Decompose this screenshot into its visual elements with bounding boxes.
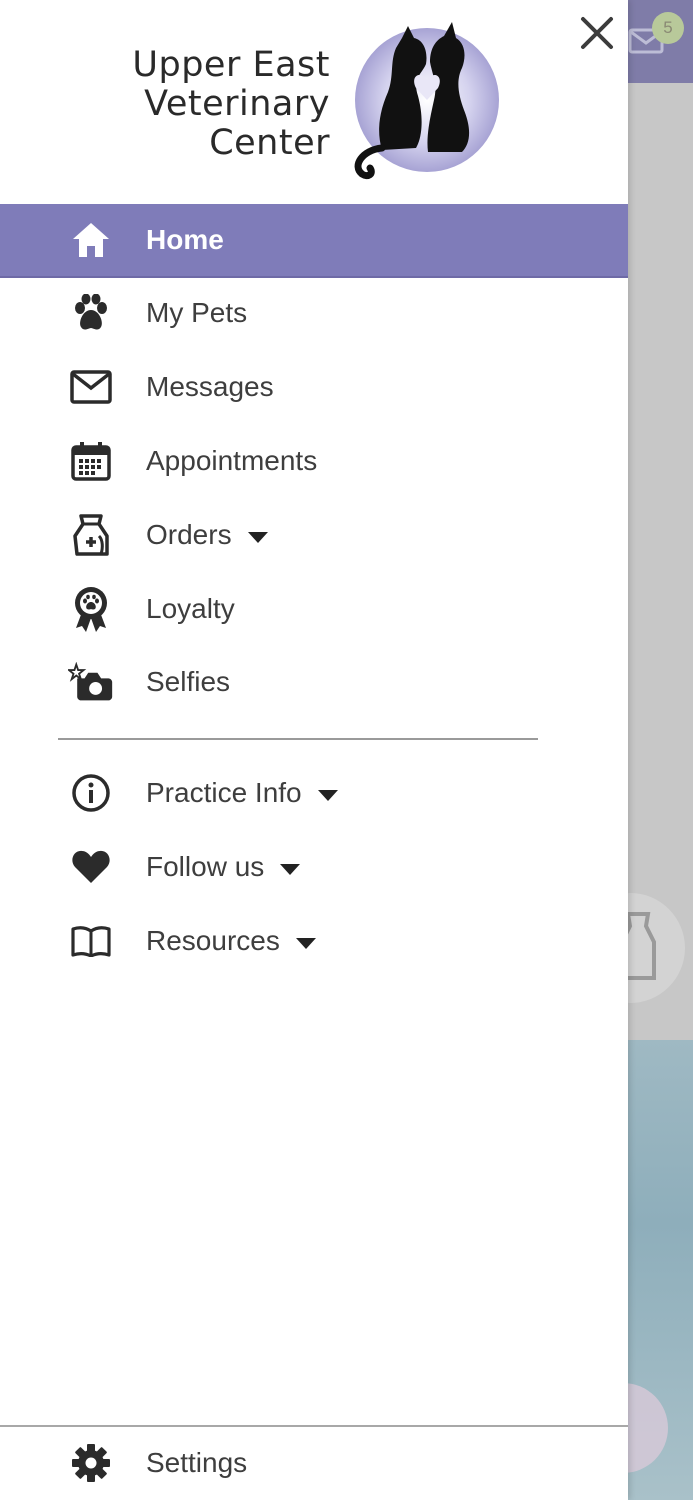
menu-item-orders[interactable]: Orders: [0, 499, 628, 571]
logo-line-2: Veterinary: [144, 84, 330, 124]
award-ribbon-icon: [68, 586, 114, 632]
menu-item-selfies[interactable]: Selfies: [0, 646, 628, 718]
menu-label-orders: Orders: [146, 519, 268, 551]
camera-star-icon: [68, 659, 114, 705]
menu-item-loyalty[interactable]: Loyalty: [0, 573, 628, 645]
caret-down-icon: [295, 937, 316, 949]
menu-label-messages: Messages: [146, 371, 274, 402]
menu-label-appointments: Appointments: [146, 445, 318, 476]
menu-label-my-pets: My Pets: [146, 297, 248, 328]
menu-label-home: Home: [146, 224, 224, 255]
orders-text: Orders: [146, 519, 232, 550]
logo-text: Upper East Veterinary Center: [132, 46, 330, 163]
home-icon: [68, 217, 114, 263]
menu-label-loyalty: Loyalty: [146, 593, 235, 624]
menu-label-settings: Settings: [146, 1447, 248, 1478]
calendar-icon: [68, 438, 114, 484]
menu-label-practice-info: Practice Info: [146, 777, 338, 809]
mail-badge: 5: [652, 12, 684, 44]
follow-us-text: Follow us: [146, 851, 265, 882]
logo-line-3: Center: [209, 123, 330, 163]
menu-item-home[interactable]: Home: [0, 204, 628, 278]
practice-logo: Upper East Veterinary Center: [130, 18, 510, 188]
menu-item-settings[interactable]: Settings: [0, 1427, 628, 1499]
cats-heart-logo-icon: [342, 18, 512, 183]
caret-down-icon: [280, 863, 301, 875]
menu-item-resources[interactable]: Resources: [0, 905, 628, 977]
menu-item-messages[interactable]: Messages: [0, 351, 628, 423]
menu-item-appointments[interactable]: Appointments: [0, 425, 628, 497]
resources-text: Resources: [146, 925, 280, 956]
menu-label-follow-us: Follow us: [146, 851, 301, 883]
menu-divider: [58, 738, 538, 740]
menu-label-selfies: Selfies: [146, 666, 231, 697]
heart-icon: [68, 844, 114, 890]
logo-line-1: Upper East: [132, 45, 330, 85]
envelope-icon: [68, 364, 114, 410]
menu-item-my-pets[interactable]: My Pets: [0, 277, 628, 349]
gear-icon: [68, 1440, 114, 1486]
close-button[interactable]: [572, 8, 622, 58]
navigation-drawer: Upper East Veterinary Center Home My Pet…: [0, 0, 628, 1500]
menu-item-follow-us[interactable]: Follow us: [0, 831, 628, 903]
caret-down-icon: [247, 531, 268, 543]
food-bag-icon: [68, 512, 114, 558]
menu-label-resources: Resources: [146, 925, 316, 957]
paw-icon: [68, 290, 114, 336]
close-icon: [581, 17, 613, 49]
caret-down-icon: [317, 789, 338, 801]
menu-item-practice-info[interactable]: Practice Info: [0, 757, 628, 829]
info-icon: [68, 770, 114, 816]
book-icon: [68, 918, 114, 964]
practice-info-text: Practice Info: [146, 777, 302, 808]
